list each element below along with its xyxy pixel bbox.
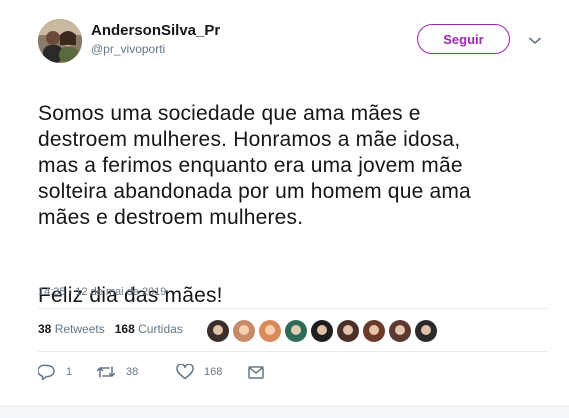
liker-avatar[interactable] xyxy=(259,320,281,342)
liker-avatar[interactable] xyxy=(207,320,229,342)
tweet-card: AndersonSilva_Pr @pr_vivoporti Seguir So… xyxy=(0,0,569,418)
likes-count: 168 xyxy=(114,322,135,336)
retweet-count: 38 xyxy=(126,366,139,378)
engagement-stats: 38 Retweets 168 Curtidas xyxy=(38,322,193,336)
direct-message-button[interactable] xyxy=(248,365,264,379)
like-button[interactable]: 168 xyxy=(176,364,248,380)
author-avatar[interactable] xyxy=(38,19,82,63)
retweets-count: 38 xyxy=(38,322,52,336)
footer-band xyxy=(0,406,569,418)
heart-icon xyxy=(176,364,194,380)
divider xyxy=(38,308,548,309)
author-handle[interactable]: @pr_vivoporti xyxy=(91,42,165,56)
liker-avatar[interactable] xyxy=(337,320,359,342)
tweet-actions: 1 38 168 xyxy=(38,364,264,380)
liker-avatar[interactable] xyxy=(363,320,385,342)
liker-avatar[interactable] xyxy=(389,320,411,342)
follow-button[interactable]: Seguir xyxy=(417,24,510,54)
envelope-icon xyxy=(248,365,264,379)
reply-count: 1 xyxy=(66,366,73,378)
reply-button[interactable]: 1 xyxy=(38,364,96,380)
liker-avatar[interactable] xyxy=(311,320,333,342)
like-count: 168 xyxy=(204,366,223,378)
chevron-down-icon[interactable] xyxy=(526,34,544,48)
liker-avatar[interactable] xyxy=(415,320,437,342)
tweet-timestamp[interactable]: 14:35 - 12 de mai de 2019 xyxy=(38,286,166,298)
liker-avatar[interactable] xyxy=(233,320,255,342)
retweet-button[interactable]: 38 xyxy=(96,365,176,379)
likes-stat[interactable]: 168 Curtidas xyxy=(115,322,183,336)
retweets-stat[interactable]: 38 Retweets xyxy=(38,322,105,336)
liker-avatars xyxy=(207,320,441,342)
divider xyxy=(38,351,548,352)
author-display-name[interactable]: AndersonSilva_Pr xyxy=(91,22,220,39)
reply-icon xyxy=(38,364,56,380)
liker-avatar[interactable] xyxy=(285,320,307,342)
tweet-text-paragraph: Somos uma sociedade que ama mães e destr… xyxy=(38,102,471,229)
retweets-label: Retweets xyxy=(54,322,105,336)
retweet-icon xyxy=(96,365,116,379)
likes-label: Curtidas xyxy=(138,322,183,336)
